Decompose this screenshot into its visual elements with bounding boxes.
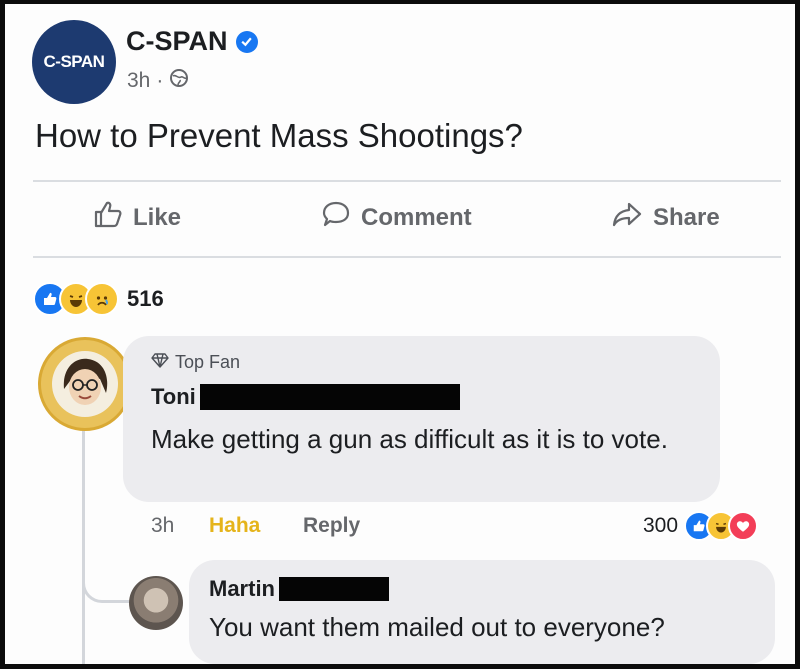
like-button[interactable]: Like — [93, 200, 181, 235]
redaction-bar — [279, 577, 389, 601]
haha-reaction-link[interactable]: Haha — [209, 514, 260, 538]
reply-button[interactable]: Reply — [303, 514, 360, 538]
divider — [33, 256, 781, 258]
globe-icon — [169, 68, 189, 94]
divider — [33, 180, 781, 182]
comment-author-row: Toni — [151, 384, 460, 410]
post-card: C-SPAN C-SPAN 3h · How to Prevent Mass S… — [5, 4, 795, 664]
page-name-row: C-SPAN — [126, 26, 258, 57]
thread-line — [82, 428, 85, 664]
sad-reaction-icon — [85, 282, 119, 316]
badge-label: Top Fan — [175, 352, 241, 372]
reply-author-row: Martin — [209, 576, 389, 602]
avatar-portrait — [52, 351, 118, 417]
reply-author[interactable]: Martin — [209, 576, 275, 602]
comment-bubble-icon — [321, 200, 351, 235]
post-meta: 3h · — [127, 68, 189, 94]
share-button[interactable]: Share — [611, 200, 720, 235]
thumbs-up-icon — [93, 200, 123, 235]
meta-separator: · — [156, 69, 164, 92]
reply-author-avatar[interactable] — [129, 576, 183, 630]
commenter-avatar[interactable] — [38, 337, 132, 431]
comment-time[interactable]: 3h — [151, 514, 174, 538]
comment-label: Comment — [361, 203, 472, 231]
comment-reactions[interactable]: 300 — [643, 511, 759, 541]
diamond-icon — [151, 352, 169, 373]
page-name[interactable]: C-SPAN — [126, 26, 228, 57]
share-arrow-icon — [611, 200, 643, 235]
post-text: How to Prevent Mass Shootings? — [35, 117, 523, 154]
like-label: Like — [133, 203, 182, 231]
comment-button[interactable]: Comment — [321, 200, 472, 235]
page-logo-text: C-SPAN — [43, 52, 105, 71]
comment-text: Make getting a gun as difficult as it is… — [151, 424, 668, 454]
share-label: Share — [653, 203, 720, 231]
love-reaction-icon — [728, 511, 759, 541]
redaction-bar — [199, 384, 460, 410]
page-avatar-logo[interactable]: C-SPAN — [32, 20, 116, 104]
reaction-count: 516 — [127, 286, 164, 311]
verified-check-icon — [235, 30, 258, 53]
post-time[interactable]: 3h — [127, 69, 150, 93]
top-fan-badge[interactable]: Top Fan — [151, 352, 240, 373]
reactions-summary[interactable]: 516 — [33, 282, 164, 316]
reply-text: You want them mailed out to everyone? — [209, 612, 665, 642]
comment-reaction-count: 300 — [643, 514, 679, 537]
comment-author[interactable]: Toni — [151, 384, 196, 410]
thread-branch — [82, 564, 129, 603]
